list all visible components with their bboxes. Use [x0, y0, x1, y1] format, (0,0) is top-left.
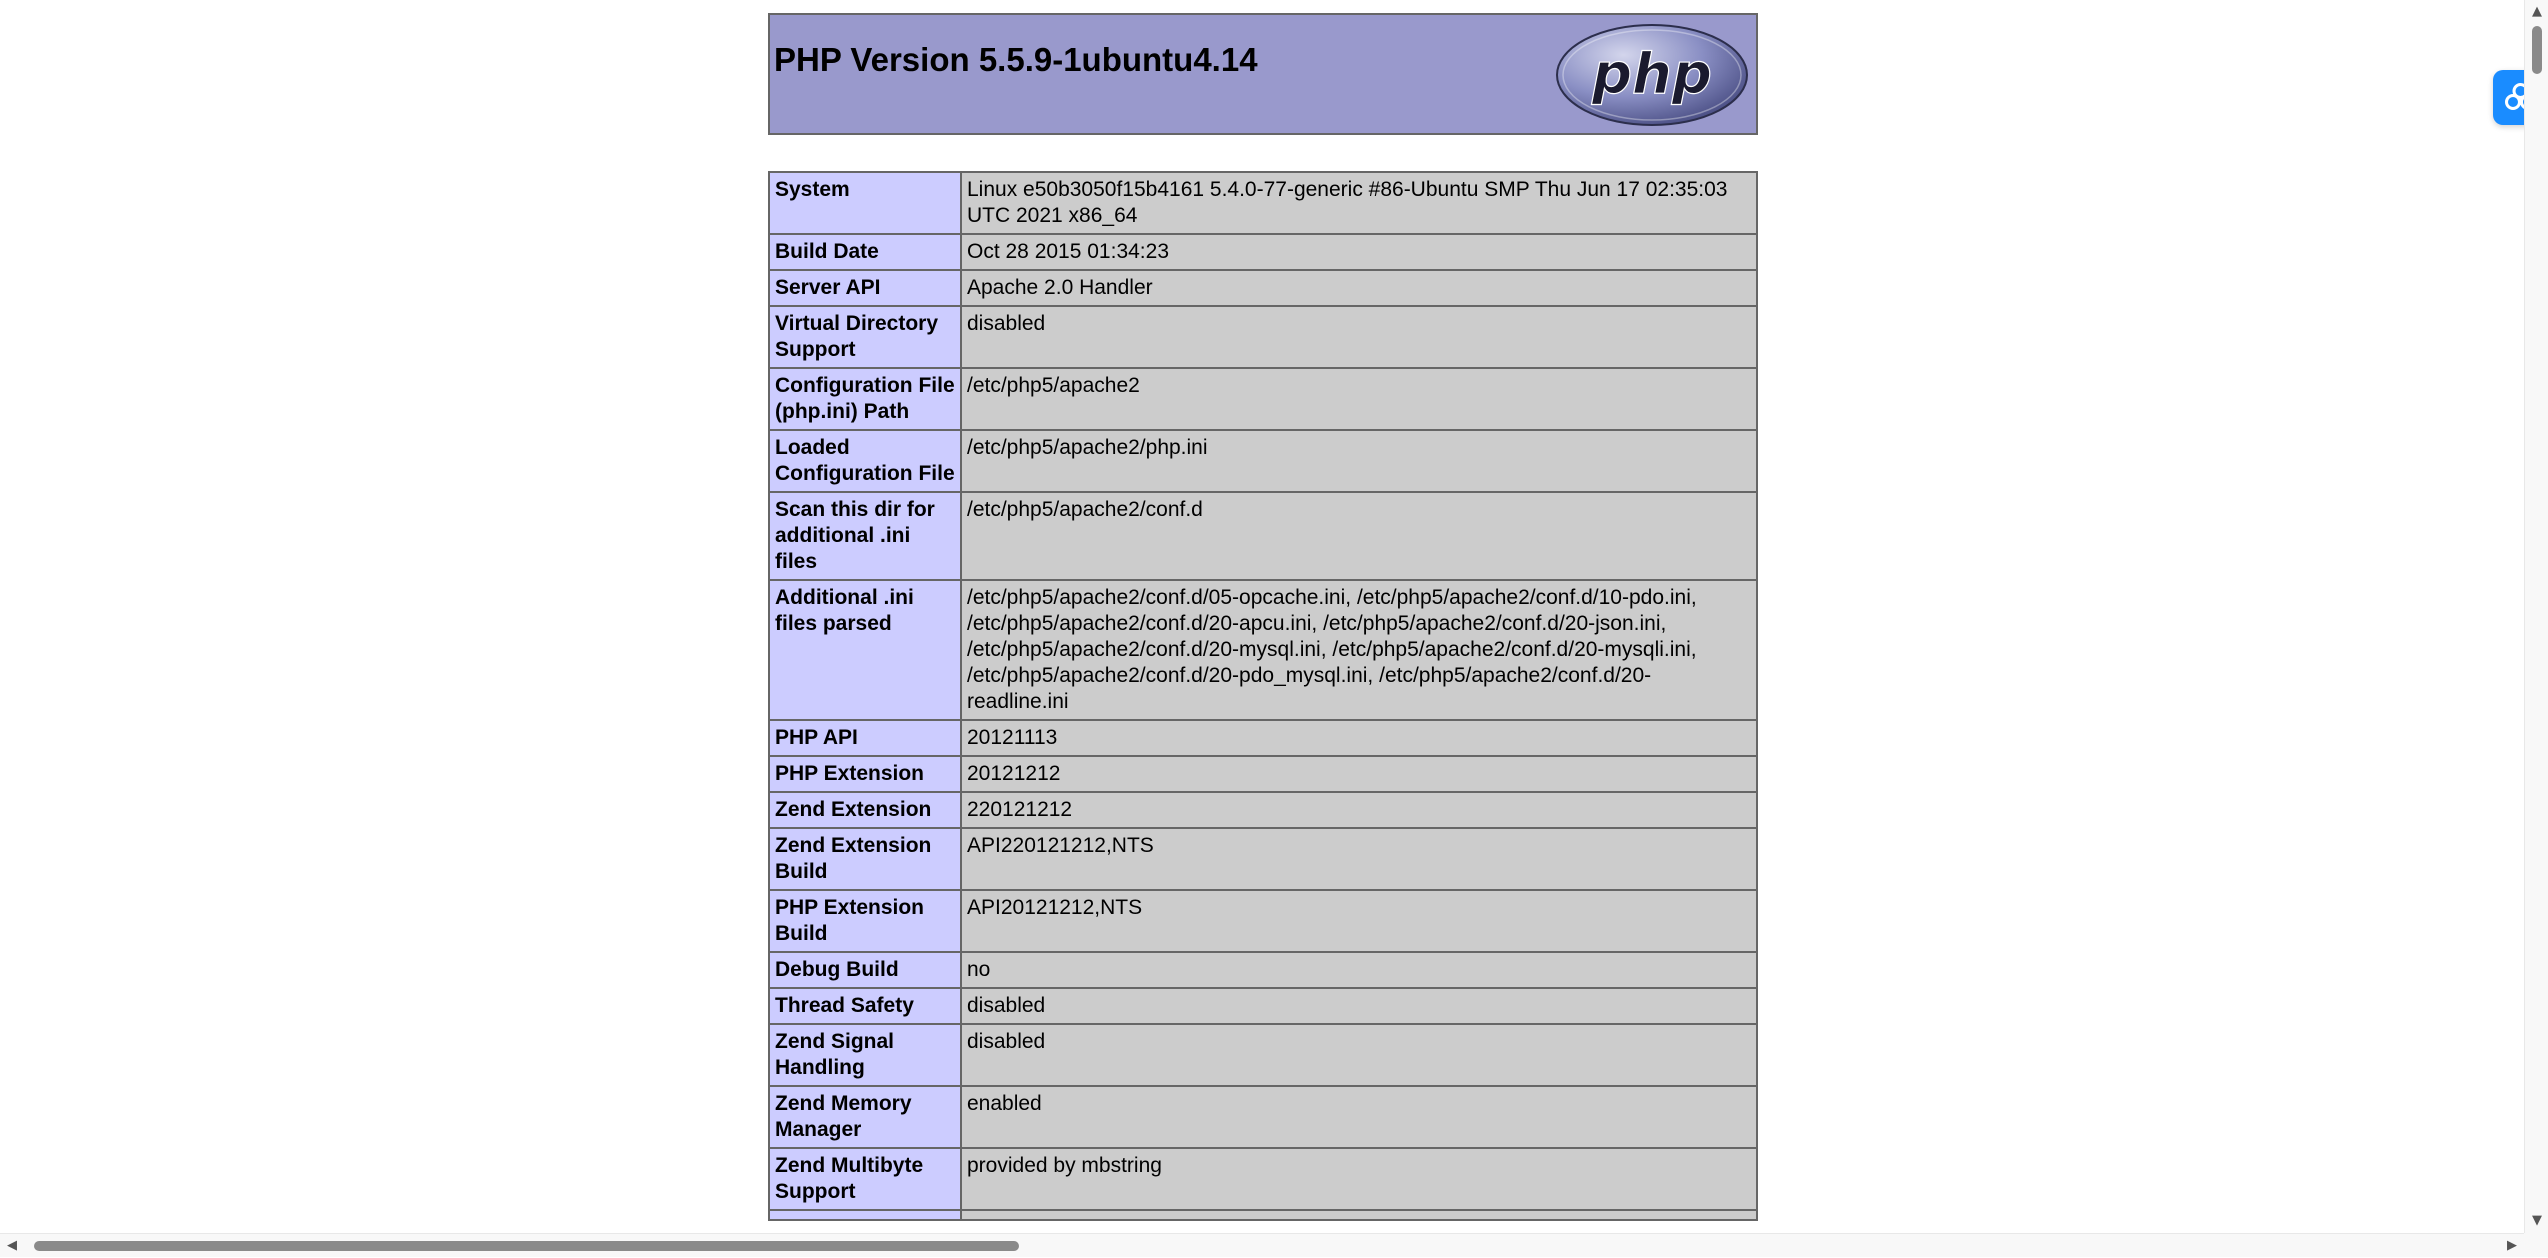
info-key-cell: PHP API: [769, 720, 961, 756]
info-key-cell: Zend Multibyte Support: [769, 1148, 961, 1210]
table-row: Zend Extension BuildAPI220121212,NTS: [769, 828, 1757, 890]
table-row: Zend Memory Managerenabled: [769, 1086, 1757, 1148]
info-value-cell: disabled: [961, 306, 1757, 368]
table-row: Configuration File (php.ini) Path/etc/ph…: [769, 368, 1757, 430]
php-logo-icon[interactable]: php: [1554, 23, 1750, 127]
info-key-cell: Scan this dir for additional .ini files: [769, 492, 961, 580]
table-row: Zend Multibyte Supportprovided by mbstri…: [769, 1148, 1757, 1210]
vertical-scroll-thumb[interactable]: [2532, 26, 2542, 74]
table-row: Virtual Directory Supportdisabled: [769, 306, 1757, 368]
table-row: SystemLinux e50b3050f15b4161 5.4.0-77-ge…: [769, 172, 1757, 234]
table-row: Thread Safetydisabled: [769, 988, 1757, 1024]
horizontal-scroll-thumb[interactable]: [34, 1241, 1019, 1251]
info-key-cell: [769, 1210, 961, 1220]
phpinfo-page: PHP Version 5.5.9-1ubuntu4.14 php System…: [768, 13, 1758, 135]
info-value-cell: disabled: [961, 988, 1757, 1024]
info-key-cell: Zend Memory Manager: [769, 1086, 961, 1148]
php-version-header: PHP Version 5.5.9-1ubuntu4.14 php: [768, 13, 1758, 135]
table-row: Server APIApache 2.0 Handler: [769, 270, 1757, 306]
scrollbar-corner: [2524, 1233, 2548, 1257]
info-value-cell: API20121212,NTS: [961, 890, 1757, 952]
info-value-cell: enabled: [961, 1086, 1757, 1148]
info-key-cell: PHP Extension: [769, 756, 961, 792]
php-info-table: SystemLinux e50b3050f15b4161 5.4.0-77-ge…: [768, 171, 1758, 1221]
info-value-cell: no: [961, 952, 1757, 988]
info-value-cell: /etc/php5/apache2/conf.d/05-opcache.ini,…: [961, 580, 1757, 720]
scroll-right-arrow-icon[interactable]: ▶: [2502, 1234, 2522, 1258]
table-row: Zend Signal Handlingdisabled: [769, 1024, 1757, 1086]
page-title: PHP Version 5.5.9-1ubuntu4.14: [774, 41, 1258, 79]
info-value-cell: 20121113: [961, 720, 1757, 756]
info-key-cell: Server API: [769, 270, 961, 306]
table-row: Zend Extension220121212: [769, 792, 1757, 828]
info-key-cell: Zend Extension Build: [769, 828, 961, 890]
table-row: [769, 1210, 1757, 1220]
info-value-cell: [961, 1210, 1757, 1220]
table-row: PHP API20121113: [769, 720, 1757, 756]
info-key-cell: Thread Safety: [769, 988, 961, 1024]
info-value-cell: Oct 28 2015 01:34:23: [961, 234, 1757, 270]
info-key-cell: Virtual Directory Support: [769, 306, 961, 368]
php-logo-text: php: [1591, 42, 1712, 107]
info-value-cell: 20121212: [961, 756, 1757, 792]
table-row: Build DateOct 28 2015 01:34:23: [769, 234, 1757, 270]
scroll-left-arrow-icon[interactable]: ◀: [2, 1234, 22, 1258]
info-key-cell: Loaded Configuration File: [769, 430, 961, 492]
scroll-up-arrow-icon[interactable]: ▲: [2525, 2, 2548, 22]
info-value-cell: API220121212,NTS: [961, 828, 1757, 890]
info-value-cell: disabled: [961, 1024, 1757, 1086]
scroll-down-arrow-icon[interactable]: ▼: [2525, 1211, 2548, 1231]
info-key-cell: Build Date: [769, 234, 961, 270]
table-row: PHP Extension BuildAPI20121212,NTS: [769, 890, 1757, 952]
info-key-cell: PHP Extension Build: [769, 890, 961, 952]
info-key-cell: System: [769, 172, 961, 234]
info-value-cell: Linux e50b3050f15b4161 5.4.0-77-generic …: [961, 172, 1757, 234]
table-row: Loaded Configuration File/etc/php5/apach…: [769, 430, 1757, 492]
table-row: Scan this dir for additional .ini files/…: [769, 492, 1757, 580]
info-key-cell: Zend Signal Handling: [769, 1024, 961, 1086]
info-value-cell: /etc/php5/apache2/conf.d: [961, 492, 1757, 580]
horizontal-scrollbar[interactable]: ◀ ▶: [0, 1233, 2548, 1257]
info-value-cell: provided by mbstring: [961, 1148, 1757, 1210]
floating-cloud-button[interactable]: [2493, 70, 2524, 125]
table-row: Additional .ini files parsed/etc/php5/ap…: [769, 580, 1757, 720]
info-key-cell: Zend Extension: [769, 792, 961, 828]
info-value-cell: Apache 2.0 Handler: [961, 270, 1757, 306]
info-value-cell: /etc/php5/apache2: [961, 368, 1757, 430]
info-key-cell: Debug Build: [769, 952, 961, 988]
info-value-cell: /etc/php5/apache2/php.ini: [961, 430, 1757, 492]
info-key-cell: Additional .ini files parsed: [769, 580, 961, 720]
table-row: Debug Buildno: [769, 952, 1757, 988]
page-viewport: PHP Version 5.5.9-1ubuntu4.14 php System…: [0, 0, 2524, 1233]
info-key-cell: Configuration File (php.ini) Path: [769, 368, 961, 430]
cloud-link-icon: [2504, 81, 2524, 114]
info-value-cell: 220121212: [961, 792, 1757, 828]
table-row: PHP Extension20121212: [769, 756, 1757, 792]
vertical-scrollbar[interactable]: ▲ ▼: [2524, 0, 2548, 1233]
